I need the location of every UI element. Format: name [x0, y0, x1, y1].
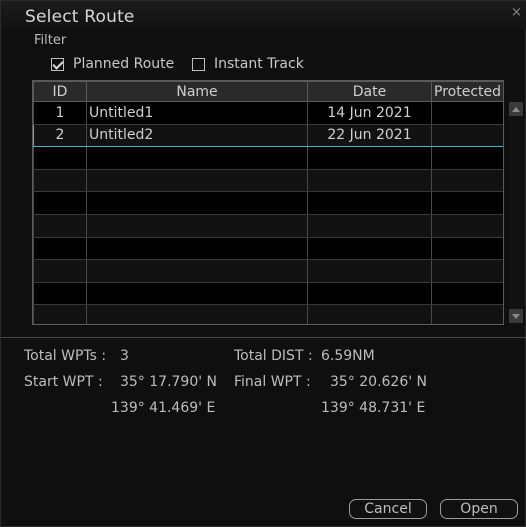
final-wpt-latitude: 35° 20.626' N [330, 374, 428, 390]
checkbox-unchecked-icon[interactable] [192, 57, 205, 71]
divider [1, 337, 526, 338]
cell-protected [431, 123, 503, 148]
table-row-empty[interactable] [33, 191, 503, 215]
empty-cell [307, 282, 432, 306]
empty-cell [86, 169, 308, 193]
cell-protected [431, 101, 503, 125]
table-row-empty[interactable] [33, 146, 503, 170]
empty-cell [86, 214, 308, 238]
empty-cell [307, 191, 432, 215]
table-row-empty[interactable] [33, 259, 503, 283]
open-button[interactable]: Open [440, 499, 518, 519]
empty-cell [86, 259, 308, 283]
cell-id: 2 [33, 123, 87, 148]
empty-cell [307, 169, 432, 193]
empty-cell [431, 214, 503, 238]
empty-cell [431, 237, 503, 261]
empty-cell [431, 191, 503, 215]
planned-route-checkbox[interactable]: Planned Route [51, 56, 174, 72]
table-header-row: ID Name Date Protected [33, 81, 503, 102]
empty-cell [86, 282, 308, 306]
planned-route-label: Planned Route [73, 56, 175, 72]
scroll-down-button[interactable] [509, 309, 523, 323]
cancel-button[interactable]: Cancel [349, 499, 427, 519]
final-wpt-longitude: 139° 48.731' E [321, 400, 426, 416]
empty-cell [33, 214, 87, 238]
total-wpts-value: 3 [120, 348, 129, 364]
route-table: ID Name Date Protected 1 Untitled1 14 Ju… [32, 80, 504, 325]
chevron-down-icon [512, 313, 520, 319]
route-table-body: 1 Untitled1 14 Jun 2021 2 Untitled2 22 J… [33, 101, 503, 324]
empty-cell [33, 282, 87, 306]
cell-date: 22 Jun 2021 [307, 123, 432, 148]
column-header-id[interactable]: ID [33, 81, 87, 102]
table-row-empty[interactable] [33, 282, 503, 306]
instant-track-checkbox[interactable]: Instant Track [192, 56, 304, 72]
empty-cell [431, 304, 503, 324]
empty-cell [33, 259, 87, 283]
filter-label: Filter [34, 33, 67, 48]
empty-cell [86, 304, 308, 324]
chevron-up-icon [512, 106, 520, 112]
instant-track-label: Instant Track [214, 56, 304, 72]
empty-cell [431, 259, 503, 283]
table-row-selected[interactable]: 2 Untitled2 22 Jun 2021 [33, 123, 503, 148]
table-row[interactable]: 1 Untitled1 14 Jun 2021 [33, 101, 503, 125]
empty-cell [33, 146, 87, 170]
empty-cell [86, 146, 308, 170]
checkbox-checked-icon[interactable] [51, 57, 64, 71]
column-header-name[interactable]: Name [86, 81, 308, 102]
scroll-up-button[interactable] [509, 102, 523, 116]
cell-name: Untitled1 [86, 101, 308, 125]
empty-cell [86, 237, 308, 261]
empty-cell [431, 169, 503, 193]
table-scrollbar[interactable] [509, 101, 523, 325]
empty-cell [431, 282, 503, 306]
empty-cell [307, 237, 432, 261]
cell-name: Untitled2 [86, 123, 308, 148]
dialog-title: Select Route [25, 7, 135, 27]
cell-date: 14 Jun 2021 [307, 101, 432, 125]
start-wpt-latitude: 35° 17.790' N [120, 374, 218, 390]
empty-cell [307, 214, 432, 238]
empty-cell [86, 191, 308, 215]
empty-cell [307, 304, 432, 324]
empty-cell [33, 169, 87, 193]
total-dist-value: 6.59NM [321, 348, 375, 364]
select-route-dialog: Select Route × Filter Planned Route Inst… [0, 0, 526, 527]
final-wpt-label: Final WPT : [234, 374, 311, 390]
table-row-empty[interactable] [33, 214, 503, 238]
empty-cell [307, 259, 432, 283]
empty-cell [431, 146, 503, 170]
empty-cell [33, 237, 87, 261]
total-wpts-label: Total WPTs : [24, 348, 107, 364]
cell-id: 1 [33, 101, 87, 125]
table-row-empty[interactable] [33, 304, 503, 324]
empty-cell [33, 191, 87, 215]
column-header-protected[interactable]: Protected [431, 81, 503, 102]
close-icon[interactable]: × [511, 5, 522, 20]
empty-cell [33, 304, 87, 324]
empty-cell [307, 146, 432, 170]
start-wpt-longitude: 139° 41.469' E [111, 400, 216, 416]
column-header-date[interactable]: Date [307, 81, 432, 102]
start-wpt-label: Start WPT : [24, 374, 103, 390]
title-bar[interactable]: Select Route × [1, 1, 526, 29]
table-row-empty[interactable] [33, 237, 503, 261]
total-dist-label: Total DIST : [234, 348, 313, 364]
table-row-empty[interactable] [33, 169, 503, 193]
